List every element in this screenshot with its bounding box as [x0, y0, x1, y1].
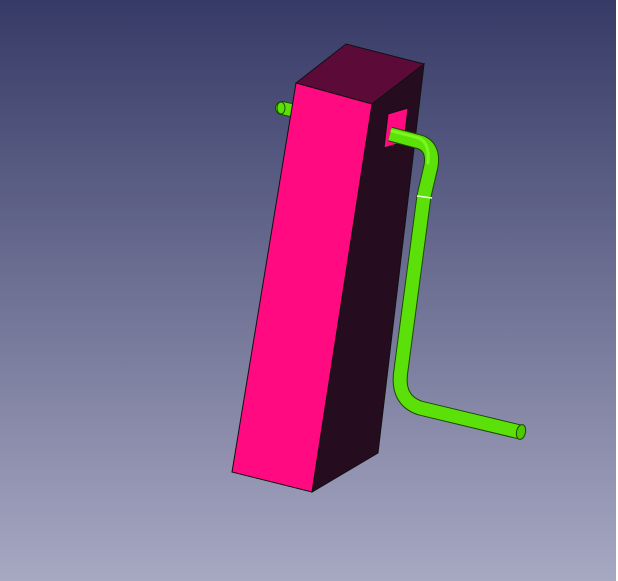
3d-viewport[interactable] [0, 0, 616, 581]
pipe-end-cap-left [276, 101, 286, 115]
3d-scene[interactable] [0, 0, 616, 581]
